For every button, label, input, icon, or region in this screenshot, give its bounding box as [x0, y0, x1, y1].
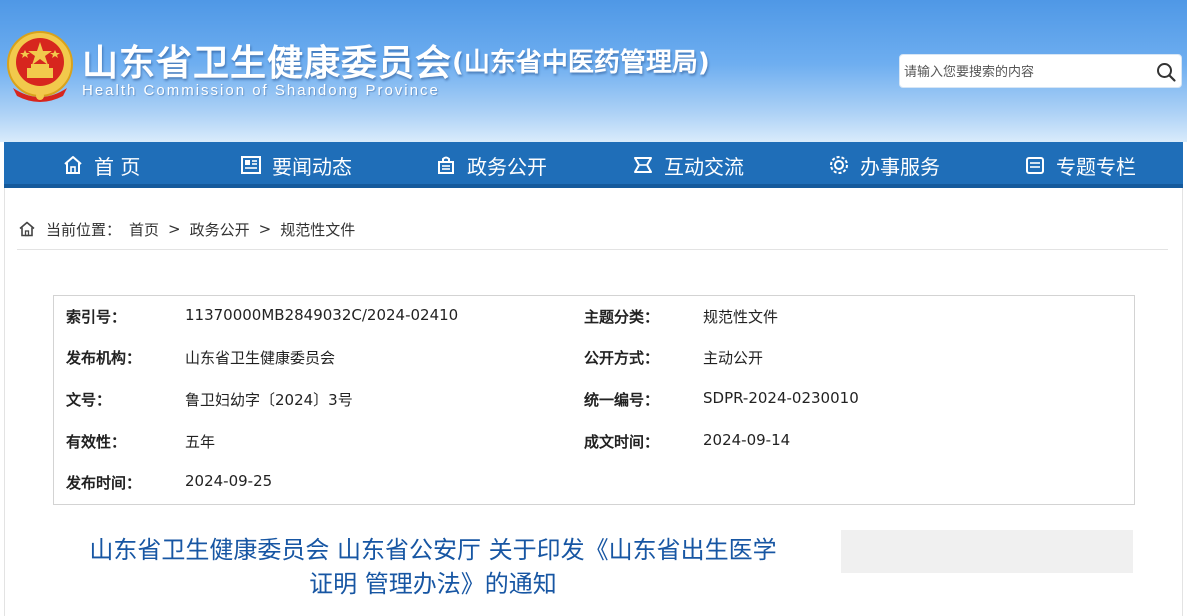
validity-value: 五年: [185, 433, 216, 451]
info-row: 索引号： 11370000MB2849032C/2024-02410 主题分类：…: [54, 306, 1134, 336]
doc-number-value: 鲁卫妇幼字〔2024〕3号: [185, 391, 353, 409]
site-title[interactable]: 山东省卫生健康委员会: [82, 34, 452, 86]
created-date-label: 成文时间：: [584, 433, 660, 451]
government-affairs-icon: [438, 156, 454, 174]
nav-label: 首 页: [94, 154, 141, 179]
home-icon: [64, 156, 82, 174]
topic-value: 规范性文件: [703, 308, 779, 326]
breadcrumb-government-affairs-link[interactable]: 政务公开: [190, 219, 250, 240]
nav-item-topic[interactable]: 专题专栏: [1024, 142, 1136, 188]
document-title: 山东省卫生健康委员会 山东省公安厅 关于印发《山东省出生医学 证明 管理办法》的…: [40, 533, 826, 601]
topic-icon: [1026, 157, 1044, 174]
side-panel-placeholder: [841, 530, 1133, 573]
search-box: [899, 54, 1182, 88]
unified-number-label: 统一编号：: [584, 391, 660, 409]
document-info-table: 索引号： 11370000MB2849032C/2024-02410 主题分类：…: [53, 295, 1135, 505]
interaction-icon: [634, 157, 652, 173]
service-icon: [830, 156, 848, 174]
nav-item-government-affairs[interactable]: 政务公开: [435, 142, 547, 188]
content-border-left: [4, 188, 5, 616]
breadcrumb-separator: >: [258, 220, 272, 238]
nav-item-news[interactable]: 要闻动态: [240, 142, 352, 188]
nav-label: 要闻动态: [272, 154, 352, 179]
info-row: 有效性： 五年 成文时间： 2024-09-14: [54, 431, 1134, 461]
index-label: 索引号：: [66, 308, 127, 326]
nav-label: 专题专栏: [1056, 154, 1136, 179]
index-value: 11370000MB2849032C/2024-02410: [185, 306, 459, 324]
site-header: 山东省卫生健康委员会 (山东省中医药管理局) Health Commission…: [0, 0, 1187, 142]
nav-item-service[interactable]: 办事服务: [828, 142, 940, 188]
breadcrumb-prefix: 当前位置：: [46, 220, 122, 239]
breadcrumb-separator: >: [168, 220, 181, 238]
nav-label: 互动交流: [664, 154, 744, 179]
breadcrumb-home-link[interactable]: 首页: [129, 219, 159, 240]
breadcrumb-divider: [17, 249, 1168, 250]
nav-label: 政务公开: [467, 154, 547, 179]
breadcrumb: 当前位置： 首页 > 政务公开 > 规范性文件: [18, 218, 355, 240]
search-icon[interactable]: [1155, 61, 1177, 83]
info-row: 文号： 鲁卫妇幼字〔2024〕3号 统一编号： SDPR-2024-023001…: [54, 389, 1134, 419]
search-input[interactable]: [904, 59, 1144, 85]
publisher-label: 发布机构：: [66, 349, 142, 367]
site-subtitle: (山东省中医药管理局): [452, 48, 710, 78]
document-title-line: 证明 管理办法》的通知: [309, 570, 557, 598]
national-emblem-icon[interactable]: [5, 28, 75, 104]
doc-number-label: 文号：: [66, 391, 112, 409]
info-row: 发布时间： 2024-09-25: [54, 472, 1134, 502]
main-nav: 首 页 要闻动态 政务公开 互动交流 办事服务 专题专栏: [4, 142, 1183, 188]
created-date-value: 2024-09-14: [703, 431, 791, 449]
nav-label: 办事服务: [860, 154, 940, 179]
nav-item-interaction[interactable]: 互动交流: [632, 142, 744, 188]
site-english-name: Health Commission of Shandong Province: [82, 82, 440, 99]
topic-label: 主题分类：: [584, 308, 660, 326]
unified-number-value: SDPR-2024-0230010: [703, 389, 859, 407]
published-date-value: 2024-09-25: [185, 472, 273, 490]
breadcrumb-normative-docs-link[interactable]: 规范性文件: [280, 219, 355, 240]
news-icon: [241, 156, 261, 174]
nav-item-home[interactable]: 首 页: [62, 142, 140, 188]
document-title-line: 山东省卫生健康委员会 山东省公安厅 关于印发《山东省出生医学: [89, 536, 777, 564]
home-icon: [19, 221, 35, 237]
published-date-label: 发布时间：: [66, 474, 142, 492]
open-method-value: 主动公开: [703, 349, 764, 367]
validity-label: 有效性：: [66, 433, 127, 451]
open-method-label: 公开方式：: [584, 349, 660, 367]
info-row: 发布机构： 山东省卫生健康委员会 公开方式： 主动公开: [54, 347, 1134, 377]
content-border-right: [1182, 188, 1183, 616]
publisher-value: 山东省卫生健康委员会: [185, 349, 336, 367]
